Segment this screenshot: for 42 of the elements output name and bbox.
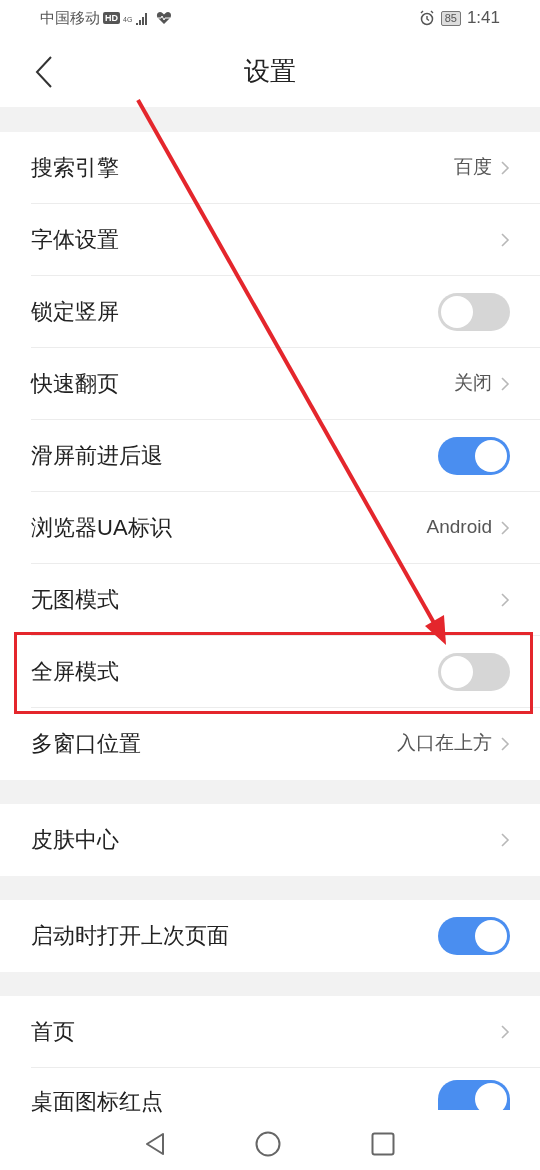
back-icon[interactable] [35,55,53,88]
toggle-switch[interactable] [438,652,510,691]
battery-level: 85 [440,10,461,26]
setting-label: 启动时打开上次页面 [31,922,229,950]
chevron-icon [500,831,510,848]
setting-label: 锁定竖屏 [31,298,119,326]
recents-nav-icon[interactable] [371,1132,395,1156]
setting-label: 字体设置 [31,226,119,254]
setting-value: Android [426,515,492,540]
setting-label: 无图模式 [31,586,119,614]
chevron-icon [500,1023,510,1040]
setting-value: 百度 [454,155,492,180]
setting-label: 皮肤中心 [31,826,119,854]
chevron-icon [500,375,510,392]
setting-label: 快速翻页 [31,370,119,398]
alarm-icon [418,10,435,26]
chevron-icon [500,735,510,752]
status-time: 1:41 [466,7,500,30]
carrier-name: 中国移动 [40,7,100,28]
toggle-switch[interactable] [438,436,510,475]
setting-label: 全屏模式 [31,658,119,686]
page-title: 设置 [244,55,296,88]
setting-label: 多窗口位置 [31,730,141,758]
signal-icon [135,11,150,25]
home-nav-icon[interactable] [255,1131,281,1157]
toggle-switch[interactable] [438,292,510,331]
setting-label: 桌面图标红点 [31,1088,163,1116]
toggle-switch[interactable] [438,1080,510,1110]
back-nav-icon[interactable] [145,1132,165,1156]
setting-value: 入口在上方 [397,731,492,756]
setting-label: 首页 [31,1018,75,1046]
chevron-icon [500,519,510,536]
chevron-icon [500,159,510,176]
toggle-switch[interactable] [438,916,510,955]
hd-badge: HD [103,12,120,24]
setting-label: 浏览器UA标识 [31,514,172,542]
setting-label: 滑屏前进后退 [31,442,163,470]
setting-label: 搜索引擎 [31,154,119,182]
heart-icon [156,11,173,25]
chevron-icon [500,591,510,608]
chevron-icon [500,231,510,248]
setting-value: 关闭 [454,371,492,396]
